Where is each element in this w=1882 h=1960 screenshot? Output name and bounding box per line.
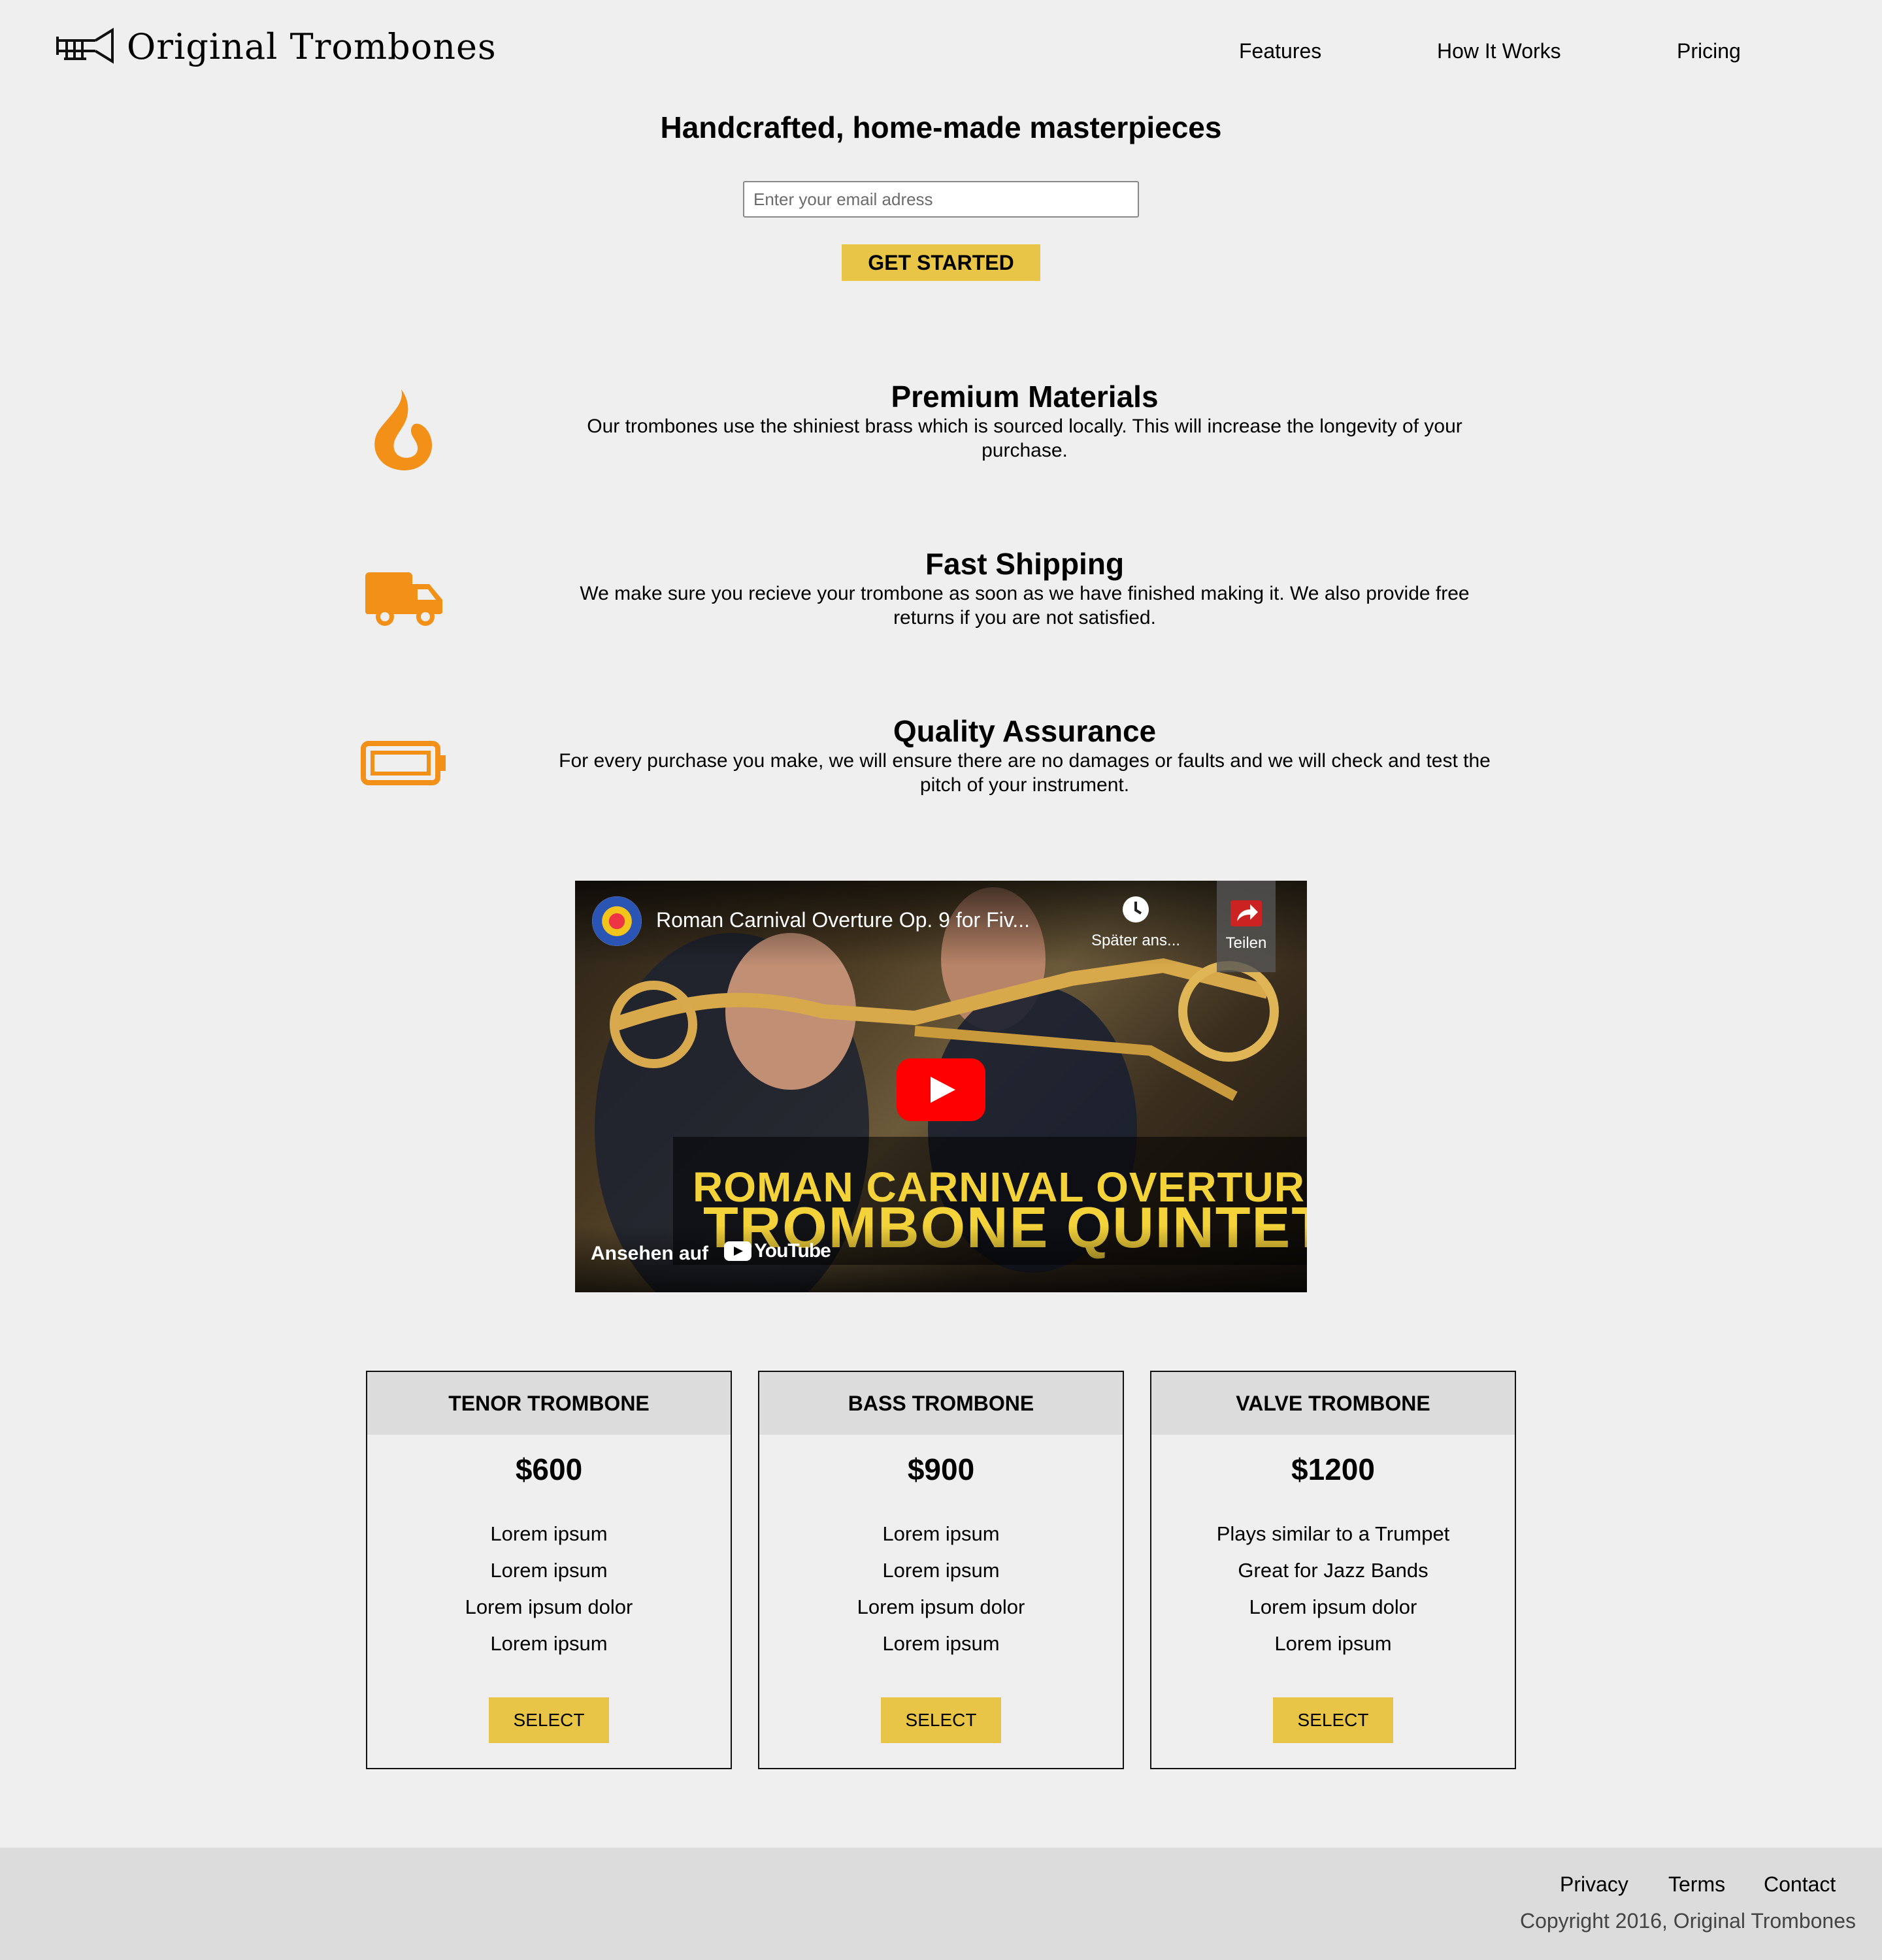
plan-features: Lorem ipsum Lorem ipsum Lorem ipsum dolo… bbox=[367, 1516, 731, 1662]
plan-feature: Lorem ipsum bbox=[490, 1632, 608, 1655]
brand-logo[interactable]: Original Trombones bbox=[55, 25, 497, 68]
feature-icon-1 bbox=[353, 388, 455, 473]
plan-features: Lorem ipsum Lorem ipsum Lorem ipsum dolo… bbox=[759, 1516, 1123, 1662]
feature-description-line: pitch of your instrument. bbox=[919, 774, 1130, 796]
feature-description: Our trombones use the shiniest brass whi… bbox=[523, 414, 1527, 463]
plan-price: $900 bbox=[907, 1452, 975, 1486]
hero-title: Handcrafted, home-made masterpieces bbox=[660, 110, 1222, 144]
plan-feature: Great for Jazz Bands bbox=[1238, 1559, 1428, 1582]
plan-features: Plays similar to a Trumpet Great for Jaz… bbox=[1151, 1516, 1515, 1662]
select-valve-button[interactable]: SELECT bbox=[1273, 1697, 1393, 1743]
feature-description-line: returns if you are not satisfied. bbox=[893, 607, 1156, 629]
youtube-wordmark: YouTube bbox=[754, 1240, 831, 1262]
plan-feature: Lorem ipsum bbox=[882, 1559, 1000, 1582]
video-title[interactable]: Roman Carnival Overture Op. 9 for Fiv... bbox=[656, 908, 1030, 932]
get-started-button[interactable]: GET STARTED bbox=[842, 244, 1040, 281]
plan-feature: Lorem ipsum bbox=[490, 1522, 608, 1545]
share-label: Teilen bbox=[1225, 934, 1267, 952]
plan-feature: Lorem ipsum dolor bbox=[857, 1595, 1025, 1618]
plan-feature: Lorem ipsum bbox=[882, 1522, 1000, 1545]
pricing-card-tenor: TENOR TROMBONE $600 Lorem ipsum Lorem ip… bbox=[366, 1371, 732, 1769]
select-bass-button[interactable]: SELECT bbox=[881, 1697, 1001, 1743]
feature-description-line: We make sure you recieve your trombone a… bbox=[580, 583, 1470, 604]
play-button[interactable] bbox=[897, 1058, 985, 1121]
feature-icon-2 bbox=[353, 567, 455, 630]
video-embed[interactable]: Roman Carnival Overture Op. 9 for Fiv...… bbox=[575, 881, 1307, 1292]
plan-name: BASS TROMBONE bbox=[759, 1372, 1123, 1435]
plan-name: VALVE TROMBONE bbox=[1151, 1372, 1515, 1435]
feature-title: Fast Shipping bbox=[925, 547, 1125, 581]
plan-price: $1200 bbox=[1291, 1452, 1375, 1486]
footer bbox=[0, 1848, 1882, 1960]
pricing-card-bass: BASS TROMBONE $900 Lorem ipsum Lorem ips… bbox=[758, 1371, 1124, 1769]
watch-on-label[interactable]: Ansehen auf bbox=[591, 1243, 708, 1265]
nav-how-it-works[interactable]: How It Works bbox=[1437, 39, 1561, 63]
share-button[interactable]: Teilen bbox=[1217, 881, 1276, 972]
email-input[interactable] bbox=[743, 181, 1139, 218]
feature-description-line: For every purchase you make, we will ens… bbox=[559, 750, 1491, 772]
plan-price: $600 bbox=[515, 1452, 583, 1486]
truck-icon bbox=[365, 572, 442, 626]
pricing-card-valve: VALVE TROMBONE $1200 Plays similar to a … bbox=[1150, 1371, 1516, 1769]
plan-feature: Lorem ipsum bbox=[1274, 1632, 1392, 1655]
plan-feature: Lorem ipsum dolor bbox=[465, 1595, 633, 1618]
plan-name: TENOR TROMBONE bbox=[367, 1372, 731, 1435]
feature-description: For every purchase you make, we will ens… bbox=[523, 749, 1527, 797]
footer-contact-link[interactable]: Contact bbox=[1764, 1872, 1836, 1897]
plan-feature: Lorem ipsum bbox=[882, 1632, 1000, 1655]
youtube-play-icon bbox=[724, 1241, 751, 1261]
feature-title: Premium Materials bbox=[891, 380, 1159, 414]
nav-pricing[interactable]: Pricing bbox=[1677, 39, 1741, 63]
footer-privacy-link[interactable]: Privacy bbox=[1560, 1872, 1628, 1897]
plan-feature: Lorem ipsum bbox=[490, 1559, 608, 1582]
copyright: Copyright 2016, Original Trombones bbox=[1519, 1909, 1856, 1933]
select-tenor-button[interactable]: SELECT bbox=[489, 1697, 609, 1743]
feature-icon-3 bbox=[353, 740, 455, 787]
trumpet-icon bbox=[56, 27, 114, 64]
plan-feature: Plays similar to a Trumpet bbox=[1216, 1522, 1450, 1545]
feature-description-line: purchase. bbox=[982, 440, 1068, 461]
share-icon bbox=[1230, 900, 1262, 926]
footer-terms-link[interactable]: Terms bbox=[1668, 1872, 1725, 1897]
youtube-logo[interactable]: YouTube bbox=[724, 1240, 831, 1262]
channel-logo[interactable] bbox=[592, 896, 642, 946]
plan-feature: Lorem ipsum dolor bbox=[1249, 1595, 1417, 1618]
watch-later-label: Später ans... bbox=[1091, 932, 1181, 949]
nav-features[interactable]: Features bbox=[1239, 39, 1321, 63]
watch-later-button[interactable]: Später ans... bbox=[1083, 895, 1188, 950]
clock-icon bbox=[1123, 896, 1149, 923]
battery-icon bbox=[361, 741, 446, 785]
brand-name: Original Trombones bbox=[127, 25, 497, 67]
feature-description-line: Our trombones use the shiniest brass whi… bbox=[587, 416, 1462, 437]
feature-description: We make sure you recieve your trombone a… bbox=[523, 581, 1527, 630]
fire-icon bbox=[374, 389, 433, 470]
feature-title: Quality Assurance bbox=[893, 714, 1157, 748]
